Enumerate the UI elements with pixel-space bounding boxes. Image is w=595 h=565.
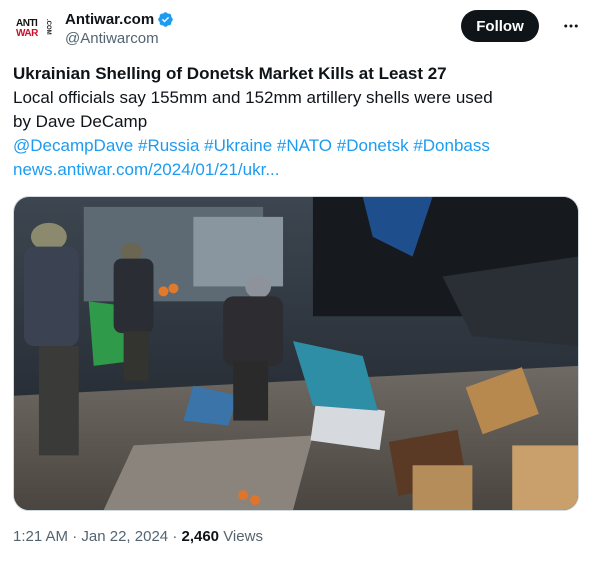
avatar-text-bottom: WAR — [16, 28, 38, 39]
avatar[interactable]: ANTI WAR .COM — [13, 10, 53, 50]
attached-photo[interactable] — [13, 196, 579, 511]
display-name[interactable]: Antiwar.com — [65, 11, 154, 28]
mention-link[interactable]: @DecampDave — [13, 136, 133, 155]
tweet-text: Ukrainian Shelling of Donetsk Market Kil… — [13, 62, 581, 182]
display-name-row: Antiwar.com — [65, 11, 174, 28]
account-handle[interactable]: @Antiwarcom — [65, 30, 174, 47]
meta-separator: · — [72, 528, 78, 545]
post-time[interactable]: 1:21 AM — [13, 528, 68, 545]
antiwar-logo: ANTI WAR .COM — [14, 15, 52, 45]
views-label: Views — [223, 528, 263, 545]
hashtag-link[interactable]: #Donetsk — [337, 136, 409, 155]
account-names: Antiwar.com @Antiwarcom — [65, 11, 174, 47]
post-date[interactable]: Jan 22, 2024 — [81, 528, 168, 545]
tweet-header: ANTI WAR .COM Antiwar.com @Antiwarcom Fo… — [13, 10, 581, 50]
tweet-meta: 1:21 AM · Jan 22, 2024 · 2,460 Views — [13, 528, 263, 545]
hashtag-link[interactable]: #Ukraine — [204, 136, 272, 155]
post-headline: Ukrainian Shelling of Donetsk Market Kil… — [13, 64, 447, 83]
market-scene-photo — [14, 197, 578, 510]
more-horizontal-icon[interactable] — [561, 16, 581, 36]
tweet-card: ANTI WAR .COM Antiwar.com @Antiwarcom Fo… — [0, 0, 595, 565]
hashtag-link[interactable]: #Donbass — [413, 136, 490, 155]
verified-badge-icon[interactable] — [157, 11, 174, 28]
views-count: 2,460 — [181, 528, 220, 545]
follow-button[interactable]: Follow — [461, 10, 539, 42]
post-byline: by Dave DeCamp — [13, 112, 148, 131]
avatar-text-side: .COM — [45, 19, 51, 35]
post-tags: @DecampDave #Russia #Ukraine #NATO #Done… — [13, 134, 581, 158]
post-subtitle: Local officials say 155mm and 152mm arti… — [13, 88, 493, 107]
article-link[interactable]: news.antiwar.com/2024/01/21/ukr... — [13, 158, 581, 182]
meta-separator: · — [172, 528, 178, 545]
hashtag-link[interactable]: #Russia — [138, 136, 199, 155]
hashtag-link[interactable]: #NATO — [277, 136, 332, 155]
